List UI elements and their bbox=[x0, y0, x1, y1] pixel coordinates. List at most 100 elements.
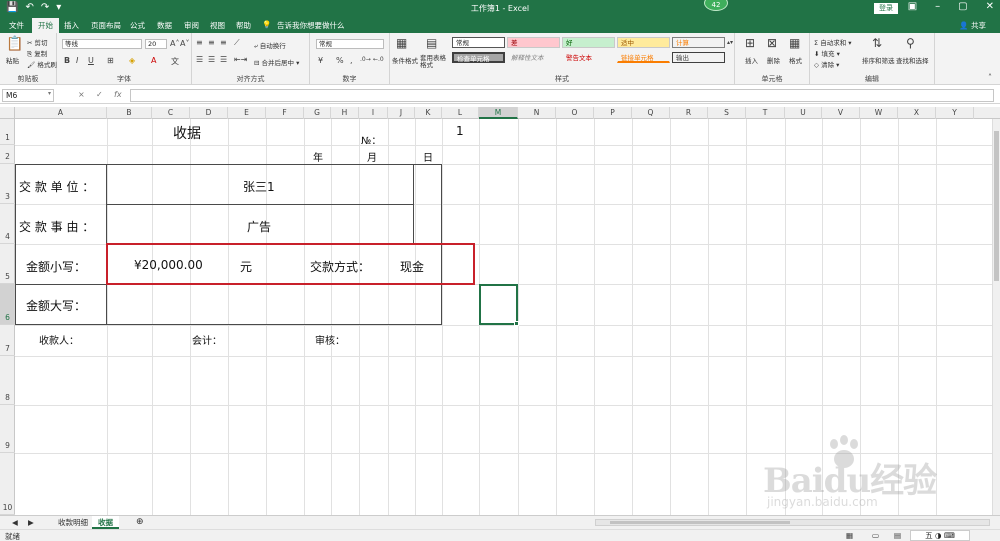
wrap-text-button[interactable]: ⤶ 自动换行 bbox=[254, 40, 286, 51]
style-warning[interactable]: 警告文本 bbox=[562, 52, 615, 63]
tab-formulas[interactable]: 公式 bbox=[130, 20, 145, 31]
column-header-w[interactable]: W bbox=[860, 107, 898, 119]
horizontal-scrollbar[interactable] bbox=[595, 519, 990, 526]
indent-icon[interactable]: ⇤⇥ bbox=[234, 55, 247, 64]
column-header-v[interactable]: V bbox=[822, 107, 860, 119]
row-header-1[interactable]: 1 bbox=[0, 119, 15, 145]
style-linked-cell[interactable]: 链接单元格 bbox=[617, 52, 670, 63]
style-normal[interactable]: 常规 bbox=[452, 37, 505, 48]
column-header-y[interactable]: Y bbox=[936, 107, 974, 119]
align-bottom-icon[interactable]: ≡ bbox=[220, 38, 227, 47]
underline-button[interactable]: U bbox=[88, 56, 94, 65]
close-icon[interactable]: ✕ bbox=[986, 1, 994, 12]
horizontal-scroll-thumb[interactable] bbox=[610, 521, 790, 524]
active-cell-m6[interactable] bbox=[479, 284, 519, 326]
select-all-corner[interactable] bbox=[0, 107, 15, 119]
normal-view-icon[interactable]: ▦ bbox=[846, 531, 853, 540]
row-header-6[interactable]: 6 bbox=[0, 284, 15, 325]
font-color-icon[interactable]: A bbox=[151, 56, 156, 65]
align-right-icon[interactable]: ☰ bbox=[220, 55, 227, 64]
insert-function-icon[interactable]: fx bbox=[114, 90, 122, 99]
row-header-4[interactable]: 4 bbox=[0, 204, 15, 244]
column-header-o[interactable]: O bbox=[556, 107, 594, 119]
ime-indicator[interactable]: 五 ◑ ⌨ bbox=[910, 530, 970, 541]
table-format-icon[interactable]: ▤ bbox=[426, 36, 437, 50]
name-box[interactable]: M6 bbox=[2, 89, 54, 102]
align-left-icon[interactable]: ☰ bbox=[196, 55, 203, 64]
tab-review[interactable]: 审阅 bbox=[184, 20, 199, 31]
fill-handle[interactable] bbox=[514, 321, 519, 326]
formula-input[interactable] bbox=[130, 89, 994, 102]
tab-file[interactable]: 文件 bbox=[9, 20, 24, 31]
tab-home[interactable]: 开始 bbox=[32, 18, 59, 33]
percent-icon[interactable]: % bbox=[336, 56, 344, 65]
delete-cells-button[interactable]: 删除 bbox=[767, 55, 780, 65]
column-header-c[interactable]: C bbox=[152, 107, 190, 119]
tab-page-layout[interactable]: 页面布局 bbox=[91, 20, 121, 31]
column-header-i[interactable]: I bbox=[359, 107, 388, 119]
column-header-e[interactable]: E bbox=[228, 107, 266, 119]
page-layout-view-icon[interactable]: ▭ bbox=[872, 531, 879, 540]
row-header-8[interactable]: 8 bbox=[0, 356, 15, 405]
format-painter-button[interactable]: 🖌 格式刷 bbox=[27, 59, 57, 69]
next-sheet-icon[interactable]: ▶ bbox=[22, 516, 40, 529]
comma-icon[interactable]: , bbox=[350, 56, 353, 65]
column-header-u[interactable]: U bbox=[785, 107, 822, 119]
column-header-j[interactable]: J bbox=[388, 107, 415, 119]
column-header-a[interactable]: A bbox=[15, 107, 107, 119]
row-header-10[interactable]: 10 bbox=[0, 453, 15, 515]
currency-icon[interactable]: ¥ bbox=[318, 56, 323, 65]
collapse-ribbon-icon[interactable]: ˄ bbox=[988, 73, 992, 82]
column-header-s[interactable]: S bbox=[708, 107, 746, 119]
login-button[interactable]: 登录 bbox=[874, 3, 898, 14]
style-bad[interactable]: 差 bbox=[507, 37, 560, 48]
name-box-dropdown-icon[interactable]: ▾ bbox=[48, 90, 51, 97]
find-select-button[interactable]: 查找和选择 bbox=[896, 55, 929, 65]
bold-button[interactable]: B bbox=[64, 56, 70, 65]
styles-scroll-icon[interactable]: ▴▾ bbox=[727, 39, 733, 46]
vertical-scrollbar[interactable] bbox=[992, 119, 1000, 515]
column-header-f[interactable]: F bbox=[266, 107, 304, 119]
column-header-k[interactable]: K bbox=[415, 107, 442, 119]
vertical-scroll-thumb[interactable] bbox=[994, 131, 999, 281]
fill-color-icon[interactable]: ◈ bbox=[129, 56, 135, 65]
style-output[interactable]: 输出 bbox=[672, 52, 725, 63]
row-header-5[interactable]: 5 bbox=[0, 244, 15, 284]
copy-button[interactable]: ⎘ 复制 bbox=[27, 48, 47, 59]
insert-cells-icon[interactable]: ⊞ bbox=[745, 36, 755, 50]
align-top-icon[interactable]: ≡ bbox=[196, 38, 203, 47]
align-middle-icon[interactable]: ≡ bbox=[208, 38, 215, 47]
tell-me-search[interactable]: 告诉我你想要做什么 bbox=[277, 20, 345, 31]
column-header-q[interactable]: Q bbox=[632, 107, 670, 119]
style-good[interactable]: 好 bbox=[562, 37, 615, 48]
autosum-button[interactable]: Σ 自动求和 ▾ bbox=[814, 37, 852, 47]
find-select-icon[interactable]: ⚲ bbox=[906, 36, 915, 50]
conditional-format-icon[interactable]: ▦ bbox=[396, 36, 407, 50]
column-header-r[interactable]: R bbox=[670, 107, 708, 119]
style-explanatory[interactable]: 解释性文本 bbox=[507, 52, 560, 63]
merge-center-button[interactable]: ⊟ 合并后居中 ▾ bbox=[254, 57, 299, 67]
column-header-x[interactable]: X bbox=[898, 107, 936, 119]
increase-font-icon[interactable]: A˄ bbox=[170, 39, 179, 48]
format-cells-icon[interactable]: ▦ bbox=[789, 36, 800, 50]
font-size-select[interactable]: 20 bbox=[145, 39, 167, 49]
align-center-icon[interactable]: ☰ bbox=[208, 55, 215, 64]
conditional-format-button[interactable]: 条件格式 bbox=[392, 55, 418, 65]
column-header-h[interactable]: H bbox=[331, 107, 359, 119]
cut-button[interactable]: ✂ 剪切 bbox=[27, 37, 48, 47]
table-format-button[interactable]: 套用表格格式 bbox=[420, 55, 446, 69]
add-sheet-icon[interactable]: ⊕ bbox=[130, 516, 150, 529]
style-calculation[interactable]: 计算 bbox=[672, 37, 725, 48]
row-header-9[interactable]: 9 bbox=[0, 405, 15, 453]
delete-cells-icon[interactable]: ⊠ bbox=[767, 36, 777, 50]
tab-data[interactable]: 数据 bbox=[157, 20, 172, 31]
row-header-3[interactable]: 3 bbox=[0, 164, 15, 204]
page-break-view-icon[interactable]: ▤ bbox=[894, 531, 901, 540]
tab-help[interactable]: 帮助 bbox=[236, 20, 251, 31]
enter-icon[interactable]: ✓ bbox=[96, 90, 103, 99]
orientation-icon[interactable]: ⟋ bbox=[234, 38, 240, 48]
sheet-tab-receipt[interactable]: 收据 bbox=[92, 516, 119, 529]
minimize-icon[interactable]: – bbox=[935, 1, 940, 12]
tab-insert[interactable]: 插入 bbox=[64, 20, 79, 31]
tab-view[interactable]: 视图 bbox=[210, 20, 225, 31]
